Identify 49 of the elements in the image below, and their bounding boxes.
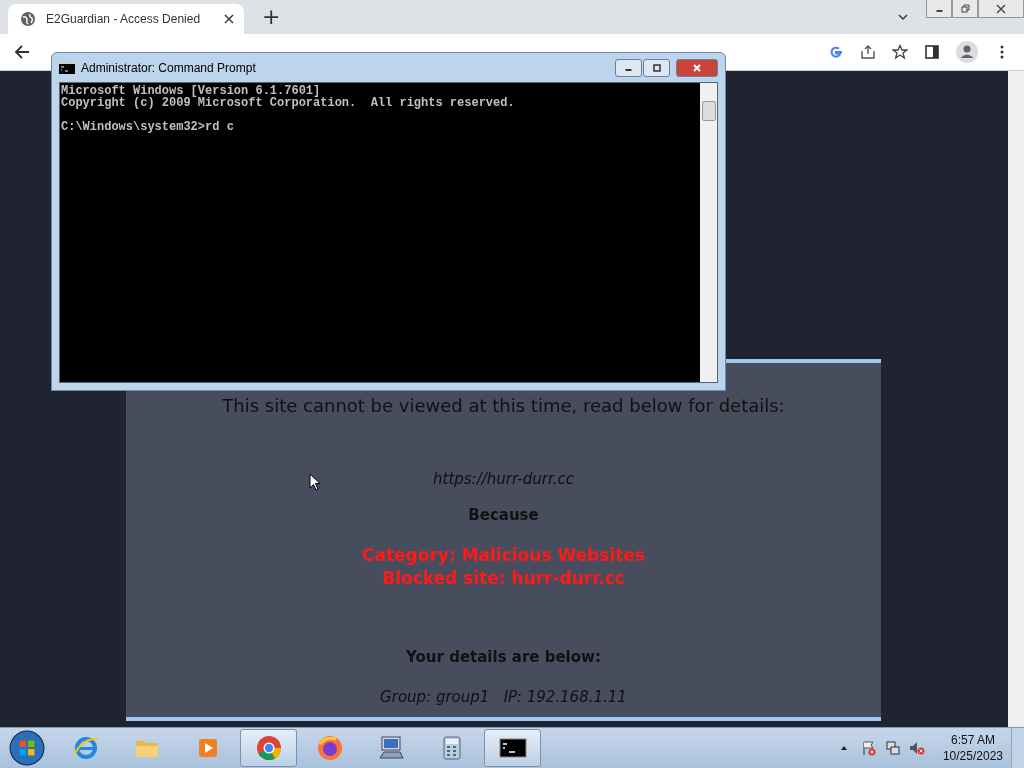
back-arrow-icon[interactable]	[14, 44, 30, 60]
share-icon[interactable]	[860, 44, 876, 60]
close-icon	[692, 62, 702, 73]
minimize-button[interactable]	[926, 0, 952, 18]
profile-icon[interactable]	[956, 41, 978, 63]
speaker-muted-icon[interactable]	[908, 740, 925, 756]
clock-time[interactable]: 6:57 AM	[950, 732, 995, 748]
details-heading: Your details are below:	[406, 648, 601, 666]
chevron-down-icon[interactable]	[898, 12, 908, 22]
star-icon[interactable]	[892, 44, 908, 60]
taskbar-app[interactable]	[484, 729, 541, 767]
denied-heading: This site cannot be viewed at this time, read below for details:	[222, 395, 785, 416]
maximize-icon	[651, 62, 662, 73]
window-title: Administrator: Command Prompt	[81, 60, 256, 75]
because-label: Because	[468, 506, 539, 524]
scrollbar[interactable]	[1008, 71, 1024, 727]
minimize-button[interactable]	[615, 58, 642, 77]
internet-explorer-icon	[71, 734, 100, 762]
blocked-url: https://hurr-durr.cc	[433, 470, 574, 488]
browser-tab[interactable]: E2Guardian - Access Denied	[8, 4, 244, 34]
side-panel-icon[interactable]	[924, 44, 940, 60]
minimize-icon	[935, 10, 943, 12]
block-reason: Category: Malicious Websites	[362, 544, 645, 567]
restore-button[interactable]	[952, 0, 978, 18]
maximize-button[interactable]	[643, 58, 670, 77]
console-line: Microsoft Windows [Version 6.1.7601]	[61, 85, 321, 97]
close-icon[interactable]	[224, 14, 234, 24]
user-details: Group: group1 IP: 192.168.1.11	[380, 688, 627, 706]
close-button[interactable]	[676, 58, 718, 77]
globe-icon	[20, 11, 36, 27]
block-reason: Blocked site: hurr-durr.cc	[382, 567, 625, 590]
restore-icon	[960, 3, 970, 14]
console-line: Copyright (c) 2009 Microsoft Corporation. All rights reserved.	[61, 97, 516, 109]
network-icon[interactable]	[884, 740, 901, 756]
console-line: C:\Windows\system32>rd c	[61, 121, 235, 133]
scrollbar[interactable]	[700, 83, 717, 382]
computer-keyboard-icon	[376, 734, 405, 762]
new-tab-button[interactable]: +	[262, 3, 281, 29]
console-icon	[59, 59, 75, 76]
fox-globe-icon	[315, 734, 344, 762]
close-button[interactable]	[978, 0, 1024, 18]
google-icon[interactable]	[828, 44, 844, 60]
close-icon	[996, 3, 1006, 14]
mouse-cursor-icon	[309, 473, 321, 491]
start-button[interactable]	[9, 730, 45, 766]
flag-icon[interactable]	[860, 740, 877, 756]
chrome-icon	[254, 734, 283, 762]
clock-date[interactable]: 10/25/2023	[942, 748, 1003, 764]
tab-title: E2Guardian - Access Denied	[46, 12, 202, 26]
